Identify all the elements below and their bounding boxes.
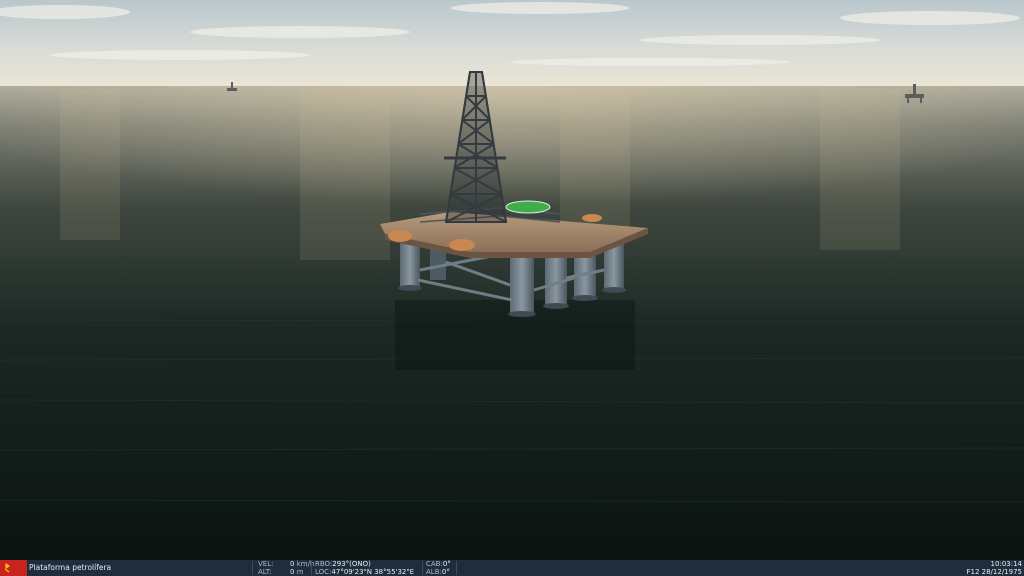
altitude-value-group: 0 m — [290, 568, 304, 576]
cab-value: 0° — [442, 560, 451, 568]
status-divider — [311, 561, 312, 575]
status-divider — [252, 561, 253, 575]
alb-label: ALB: — [426, 568, 442, 576]
clock-date: F12 28/12/1975 — [966, 568, 1022, 576]
velocity-readout: VEL: — [258, 560, 273, 568]
loc-label: LOC: — [315, 568, 332, 576]
alb-value: 0° — [441, 568, 450, 576]
roll-readout: ALB:0° — [426, 568, 450, 576]
helipad-icon — [505, 200, 551, 214]
status-divider — [456, 561, 457, 575]
alt-label: ALT: — [258, 568, 272, 576]
clock-time: 10:03:14 — [990, 560, 1022, 568]
altitude-readout: ALT: — [258, 568, 272, 576]
vel-label: VEL: — [258, 560, 274, 568]
pitch-readout: CAB:0° — [426, 560, 451, 568]
heading-readout: RBO:293°(ONO) — [315, 560, 371, 568]
rbo-label: RBO: — [315, 560, 333, 568]
rbo-value: 293°(ONO) — [332, 560, 371, 568]
selection-title: Plataforma petrolífera — [29, 563, 112, 572]
cab-label: CAB: — [426, 560, 443, 568]
loc-value: 47°09'23"N 38°55'32"E — [331, 568, 415, 576]
game-viewport[interactable] — [0, 0, 1024, 560]
vel-value: 0 — [290, 560, 295, 568]
alt-unit: m — [296, 568, 304, 576]
status-bar: Plataforma petrolífera VEL: 0 km/h ALT: … — [0, 560, 1024, 576]
alt-value: 0 — [290, 568, 295, 576]
location-readout: LOC:47°09'23"N 38°55'32"E — [315, 568, 414, 576]
status-divider — [422, 561, 423, 575]
red-flag-icon — [0, 560, 27, 576]
